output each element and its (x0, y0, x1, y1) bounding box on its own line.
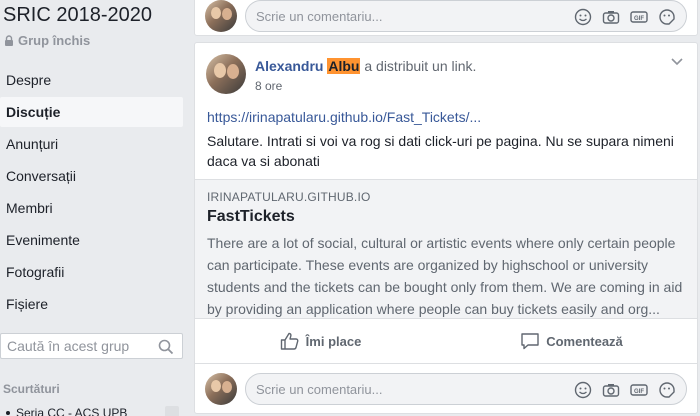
author-name-highlight: Albu (327, 58, 361, 74)
comment-button[interactable]: Comentează (446, 320, 697, 362)
comment-input[interactable] (256, 381, 556, 397)
comment-tools: GIF (574, 381, 676, 399)
camera-icon[interactable] (602, 381, 620, 399)
camera-icon[interactable] (602, 8, 620, 26)
link-preview[interactable]: IRINAPATULARU.GITHUB.IO FastTickets Ther… (195, 179, 697, 319)
post-timestamp[interactable]: 8 ore (255, 79, 282, 93)
author-avatar[interactable] (206, 54, 246, 94)
post-action-text: a distribuit un link. (364, 58, 477, 74)
lock-icon (5, 35, 13, 46)
search-icon[interactable] (158, 339, 174, 355)
group-search-box[interactable] (0, 333, 183, 359)
shortcut-count-badge (165, 406, 179, 416)
svg-text:GIF: GIF (634, 16, 644, 22)
preview-title[interactable]: FastTickets (207, 208, 295, 226)
post-actions: Îmi place Comentează (195, 320, 697, 362)
post-header: Alexandru Albu a distribuit un link. 8 o… (195, 43, 697, 95)
emoji-icon[interactable] (574, 8, 592, 26)
comment-icon (521, 333, 539, 350)
comment-input[interactable] (256, 8, 556, 24)
nav-item-evenimente[interactable]: Evenimente (0, 225, 183, 255)
svg-text:GIF: GIF (634, 389, 644, 395)
nav-item-fotografii[interactable]: Fotografii (0, 257, 183, 287)
group-sidebar: SRIC 2018-2020 Grup închis Despre Discuț… (0, 0, 190, 416)
emoji-icon[interactable] (574, 381, 592, 399)
chevron-down-icon[interactable] (671, 58, 683, 66)
previous-post-comment-card: GIF (194, 0, 698, 36)
nav-item-discutie[interactable]: Discuție (0, 97, 183, 127)
post-comment-section: GIF (195, 363, 697, 413)
nav-item-anunturi[interactable]: Anunțuri (0, 129, 183, 159)
shortcut-label[interactable]: Seria CC - ACS UPB (16, 406, 127, 416)
group-privacy-label: Grup închis (4, 33, 90, 48)
post-text: Salutare. Intrati si voi va rog si dati … (207, 133, 674, 169)
post-link[interactable]: https://irinapatularu.github.io/Fast_Tic… (207, 109, 481, 125)
user-avatar[interactable] (205, 0, 237, 32)
shortcuts-heading: Scurtături (3, 382, 60, 396)
gif-icon[interactable]: GIF (630, 381, 648, 399)
like-label: Îmi place (305, 333, 362, 349)
shortcut-item[interactable]: Seria CC - ACS UPB (6, 406, 127, 416)
preview-description: There are a lot of social, cultural or a… (207, 235, 683, 317)
nav-item-fisiere[interactable]: Fișiere (0, 289, 183, 319)
like-button[interactable]: Îmi place (195, 320, 446, 362)
nav-item-conversatii[interactable]: Conversații (0, 161, 183, 191)
bullet-icon (6, 411, 10, 415)
post-author-line: Alexandru Albu a distribuit un link. (255, 58, 476, 74)
gif-icon[interactable]: GIF (630, 8, 648, 26)
comment-box[interactable]: GIF (245, 373, 687, 405)
preview-domain: IRINAPATULARU.GITHUB.IO (207, 190, 371, 204)
comment-box[interactable]: GIF (245, 0, 687, 32)
nav-item-membri[interactable]: Membri (0, 193, 183, 223)
thumbs-up-icon (280, 332, 299, 350)
author-name[interactable]: Alexandru Albu (255, 58, 361, 74)
group-title[interactable]: SRIC 2018-2020 (3, 4, 152, 27)
comment-tools: GIF (574, 8, 676, 26)
nav-item-despre[interactable]: Despre (0, 65, 183, 95)
group-search-input[interactable] (7, 338, 152, 354)
comment-label: Comentează (546, 333, 623, 349)
post-card: Alexandru Albu a distribuit un link. 8 o… (194, 42, 698, 414)
sticker-icon[interactable] (658, 8, 676, 26)
user-avatar[interactable] (205, 373, 237, 405)
sticker-icon[interactable] (658, 381, 676, 399)
